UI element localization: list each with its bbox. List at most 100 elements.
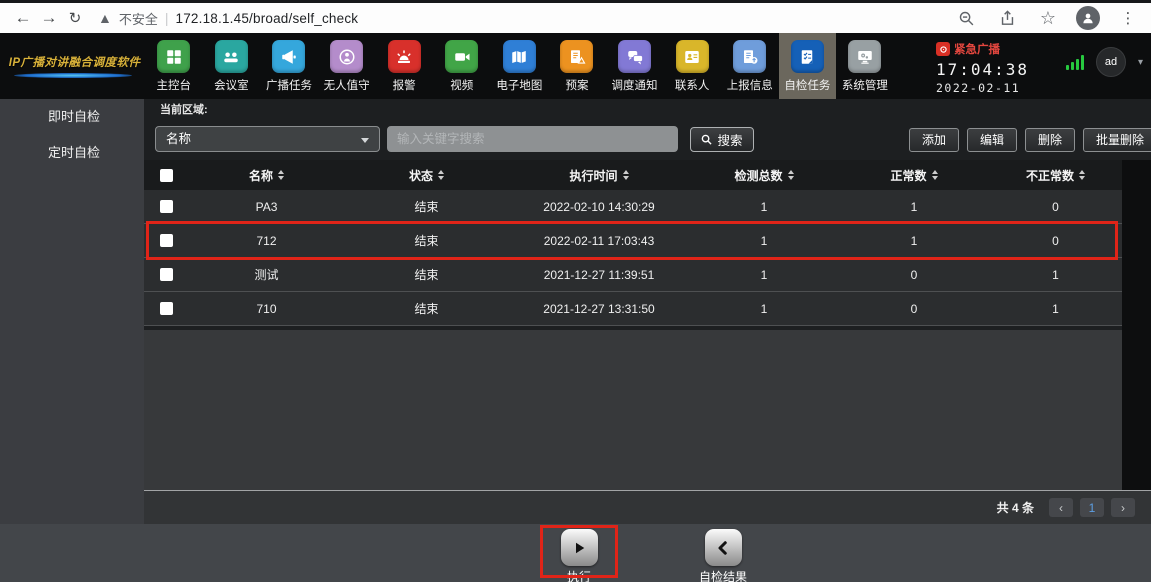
forward-icon[interactable]: → [36, 5, 62, 31]
nav-item-alarm[interactable]: 报警 [375, 33, 433, 99]
emergency-broadcast-icon [936, 42, 950, 56]
search-type-select[interactable]: 名称 [155, 126, 380, 152]
browser-toolbar: ← → ↻ ▲ 不安全 | 172.18.1.45/broad/self_che… [0, 0, 1151, 33]
bottom-action-bar: 执行 自检结果 [0, 524, 1151, 582]
share-icon[interactable] [994, 5, 1020, 31]
table-action-buttons: 添加 编辑 删除 批量删除 [909, 128, 1151, 152]
header-total-checked[interactable]: 检测总数 [689, 167, 839, 184]
map-icon [503, 40, 536, 73]
table-header: 名称 状态 执行时间 检测总数 正常数 不正常数 [144, 160, 1122, 190]
row-checkbox[interactable] [160, 200, 173, 213]
sort-icon [623, 170, 629, 180]
signal-strength-icon [1066, 54, 1084, 70]
address-bar[interactable]: ▲ 不安全 | 172.18.1.45/broad/self_check [98, 9, 953, 28]
self-check-results-button[interactable]: 自检结果 [683, 529, 763, 582]
reload-icon[interactable]: ↻ [62, 5, 88, 31]
nav-item-contacts[interactable]: 联系人 [663, 33, 721, 99]
clock-date: 2022-02-11 [936, 81, 1056, 95]
user-avatar[interactable]: ad [1096, 47, 1126, 77]
nav-item-emap[interactable]: 电子地图 [491, 33, 549, 99]
table-empty-area [144, 330, 1122, 490]
contact-card-icon [676, 40, 709, 73]
nav-item-console[interactable]: 主控台 [145, 33, 203, 99]
sort-icon [438, 170, 444, 180]
next-page-button[interactable]: › [1111, 498, 1135, 517]
logo-underline-swoosh [14, 73, 132, 78]
execute-button[interactable]: 执行 [539, 529, 619, 582]
row-checkbox[interactable] [160, 234, 173, 247]
edit-button[interactable]: 编辑 [967, 128, 1017, 152]
people-group-icon [215, 40, 248, 73]
emergency-broadcast[interactable]: 紧急广播 [936, 41, 1056, 57]
chevron-down-icon [361, 138, 369, 143]
app-logo: IP广播对讲融合调度软件 [0, 33, 145, 99]
header-abnormal-count[interactable]: 不正常数 [989, 167, 1122, 184]
security-label: 不安全 [119, 9, 158, 28]
sidebar-item-instant-self-check[interactable]: 即时自检 [0, 99, 144, 135]
total-count-label: 共 4 条 [997, 499, 1034, 516]
table-body: PA3 结束 2022-02-10 14:30:29 1 1 0 712 结束 … [144, 190, 1122, 326]
sort-icon [932, 170, 938, 180]
nav-item-self-check-task[interactable]: 自检任务 [779, 33, 837, 99]
nav-item-meeting-room[interactable]: 会议室 [203, 33, 261, 99]
video-camera-icon [445, 40, 478, 73]
sort-icon [278, 170, 284, 180]
not-secure-warning-icon: ▲ [98, 11, 112, 25]
search-type-selected: 名称 [166, 132, 191, 146]
back-chevron-icon [705, 529, 742, 566]
header-normal-count[interactable]: 正常数 [839, 167, 989, 184]
megaphone-icon [272, 40, 305, 73]
prev-page-button[interactable]: ‹ [1049, 498, 1073, 517]
app-logo-text: IP广播对讲融合调度软件 [9, 53, 139, 69]
sort-icon [1079, 170, 1085, 180]
browser-profile-avatar[interactable] [1076, 6, 1100, 30]
table-row[interactable]: PA3 结束 2022-02-10 14:30:29 1 1 0 [144, 190, 1122, 224]
table-row[interactable]: 710 结束 2021-12-27 13:31:50 1 0 1 [144, 292, 1122, 326]
row-checkbox[interactable] [160, 268, 173, 281]
sidebar-item-scheduled-self-check[interactable]: 定时自检 [0, 135, 144, 171]
search-button[interactable]: 搜索 [690, 127, 754, 152]
user-menu-chevron-icon[interactable]: ▾ [1138, 57, 1143, 68]
chat-bubbles-icon [618, 40, 651, 73]
clock-time: 17:04:38 [936, 60, 1056, 79]
nav-item-dispatch-notice[interactable]: 调度通知 [606, 33, 664, 99]
header-status[interactable]: 状态 [344, 167, 509, 184]
nav-item-broadcast-task[interactable]: 广播任务 [260, 33, 318, 99]
select-all-checkbox[interactable] [160, 169, 173, 182]
row-checkbox[interactable] [160, 302, 173, 315]
checklist-icon [791, 40, 824, 73]
bookmark-star-icon[interactable]: ☆ [1035, 5, 1061, 31]
pagination-bar: 共 4 条 ‹ 1 › [144, 490, 1151, 524]
nav-item-plan[interactable]: 预案 [548, 33, 606, 99]
sort-icon [788, 170, 794, 180]
nav-item-video[interactable]: 视频 [433, 33, 491, 99]
zoom-out-icon[interactable] [953, 5, 979, 31]
delete-button[interactable]: 删除 [1025, 128, 1075, 152]
plan-document-icon [560, 40, 593, 73]
person-circle-icon [330, 40, 363, 73]
table-row[interactable]: 测试 结束 2021-12-27 11:39:51 1 0 1 [144, 258, 1122, 292]
back-icon[interactable]: ← [10, 5, 36, 31]
search-input[interactable] [387, 126, 678, 152]
nav-item-report-info[interactable]: 上报信息 [721, 33, 779, 99]
nav-item-system-admin[interactable]: 系统管理 [836, 33, 894, 99]
table-right-gutter [1122, 160, 1151, 490]
header-exec-time[interactable]: 执行时间 [509, 167, 689, 184]
nav-item-unattended[interactable]: 无人值守 [318, 33, 376, 99]
search-icon [701, 134, 712, 145]
app-top-nav: IP广播对讲融合调度软件 主控台 会议室 广播任务 [0, 33, 1151, 99]
address-divider: | [165, 10, 169, 26]
header-name[interactable]: 名称 [189, 167, 344, 184]
current-area-label: 当前区域: [144, 99, 1151, 122]
browser-menu-icon[interactable]: ⋮ [1115, 5, 1141, 31]
table-row-highlighted[interactable]: 712 结束 2022-02-11 17:03:43 1 1 0 [144, 224, 1122, 258]
play-icon [561, 529, 598, 566]
alarm-siren-icon [388, 40, 421, 73]
page-number-button[interactable]: 1 [1080, 498, 1104, 517]
main-panel: 当前区域: 名称 搜索 添加 编辑 删除 批量删除 名称 状态 执行时间 [144, 99, 1151, 524]
batch-delete-button[interactable]: 批量删除 [1083, 128, 1151, 152]
document-upload-icon [733, 40, 766, 73]
filter-controls: 名称 搜索 添加 编辑 删除 批量删除 [144, 122, 1151, 160]
url-text[interactable]: 172.18.1.45/broad/self_check [176, 11, 359, 26]
add-button[interactable]: 添加 [909, 128, 959, 152]
